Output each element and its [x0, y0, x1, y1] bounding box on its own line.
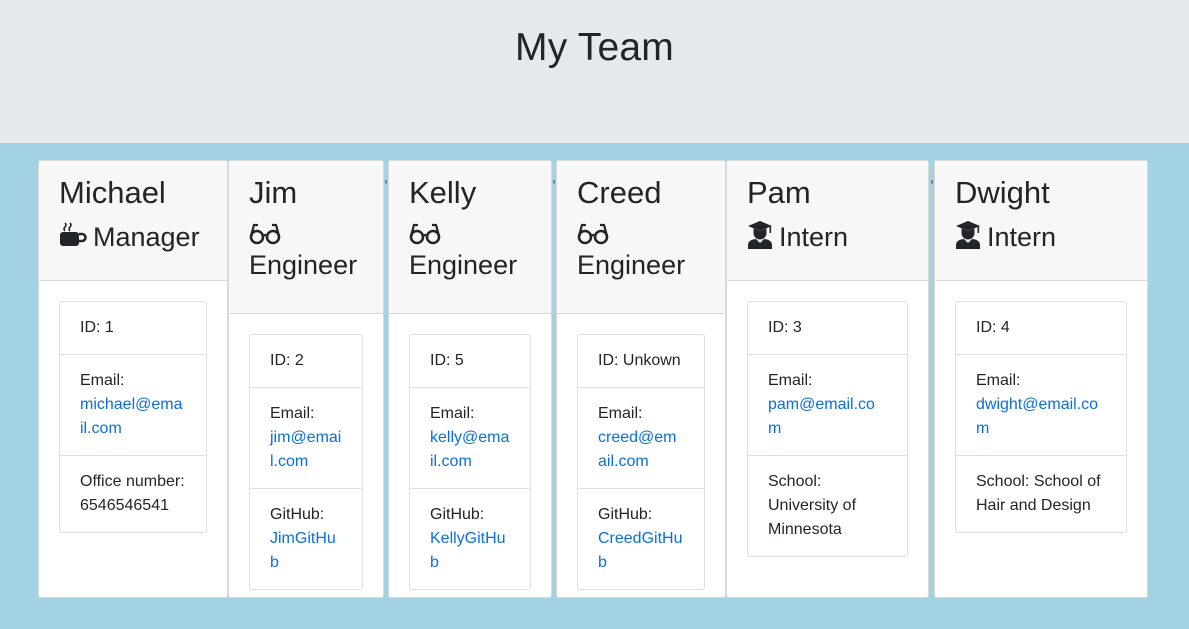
employee-details: ID: 2 Email: jim@email.com GitHub: JimGi… [249, 334, 363, 590]
employee-role-label: Intern [987, 222, 1057, 252]
graduate-icon [748, 221, 772, 249]
github-label: GitHub: [430, 506, 485, 523]
office-label: Office number: [80, 473, 185, 490]
employee-role: Engineer [409, 221, 531, 282]
email-link[interactable]: dwight@email.com [976, 396, 1098, 437]
employee-card-jim: Jim Engineer ID: 2 Email: jim@email.com … [228, 160, 384, 598]
card-header: Pam Intern [727, 161, 928, 281]
office-number: 6546546541 [80, 497, 169, 514]
employee-details: ID: 5 Email: kelly@email.com GitHub: Kel… [409, 334, 531, 590]
glasses-icon [577, 223, 609, 245]
employee-role-label: Engineer [577, 250, 686, 280]
card-header: Jim Engineer [229, 161, 383, 314]
page-title: My Team [515, 26, 674, 69]
employee-role: Engineer [249, 221, 363, 282]
github-link[interactable]: KellyGitHub [430, 530, 506, 571]
employee-name: Pam [747, 175, 811, 210]
graduate-icon [956, 221, 980, 249]
employee-email-row: Email: pam@email.com [748, 355, 907, 456]
email-link[interactable]: pam@email.com [768, 396, 875, 437]
employee-github-row: GitHub: CreedGitHub [578, 489, 704, 589]
github-label: GitHub: [598, 506, 653, 523]
employee-github-row: GitHub: KellyGitHub [410, 489, 530, 589]
employee-role-label: Manager [93, 222, 200, 252]
employee-card-creed: Creed Engineer ID: Unkown Email: creed@e… [556, 160, 726, 598]
github-link[interactable]: JimGitHub [270, 530, 336, 571]
email-link[interactable]: jim@email.com [270, 429, 341, 470]
employee-name: Jim [249, 175, 298, 210]
employee-github-row: GitHub: JimGitHub [250, 489, 362, 589]
school-label: School: [976, 473, 1030, 490]
employee-name: Dwight [955, 175, 1050, 210]
employee-email-row: Email: dwight@email.com [956, 355, 1126, 456]
email-label: Email: [768, 372, 813, 389]
email-label: Email: [80, 372, 125, 389]
card-header: Kelly Engineer [389, 161, 551, 314]
employee-role: Manager [59, 221, 207, 254]
card-header: Michael Manager [39, 161, 227, 281]
school-label: School: [768, 473, 822, 490]
team-container: , , , Michael Manager ID: 1 Email: micha… [0, 143, 1189, 629]
employee-id: ID: Unkown [578, 335, 704, 388]
email-link[interactable]: creed@email.com [598, 429, 677, 470]
employee-role-label: Intern [779, 222, 849, 252]
email-label: Email: [430, 405, 475, 422]
employee-card-dwight: Dwight Intern ID: 4 Email: dwight@email.… [934, 160, 1148, 598]
employee-details: ID: 4 Email: dwight@email.com School: Sc… [955, 301, 1127, 533]
coffee-icon [60, 222, 87, 246]
email-label: Email: [270, 405, 315, 422]
employee-details: ID: 1 Email: michael@email.com Office nu… [59, 301, 207, 533]
employee-details: ID: Unkown Email: creed@email.com GitHub… [577, 334, 705, 590]
employee-email-row: Email: creed@email.com [578, 388, 704, 489]
employee-role-label: Engineer [249, 250, 358, 280]
employee-role: Engineer [577, 221, 705, 282]
glasses-icon [409, 223, 441, 245]
employee-school-row: School: University of Minnesota [748, 456, 907, 556]
employee-role-label: Engineer [409, 250, 518, 280]
school-name: University of Minnesota [768, 497, 857, 538]
employee-role: Intern [955, 221, 1127, 254]
employee-email-row: Email: michael@email.com [60, 355, 206, 456]
employee-email-row: Email: jim@email.com [250, 388, 362, 489]
page-header: My Team [0, 0, 1189, 143]
employee-school-row: School: School of Hair and Design [956, 456, 1126, 532]
email-link[interactable]: kelly@email.com [430, 429, 509, 470]
email-link[interactable]: michael@email.com [80, 396, 183, 437]
employee-email-row: Email: kelly@email.com [410, 388, 530, 489]
email-label: Email: [598, 405, 643, 422]
employee-id: ID: 1 [60, 302, 206, 355]
card-header: Dwight Intern [935, 161, 1147, 281]
github-label: GitHub: [270, 506, 325, 523]
employee-id: ID: 5 [410, 335, 530, 388]
employee-id: ID: 2 [250, 335, 362, 388]
employee-name: Creed [577, 175, 662, 210]
employee-details: ID: 3 Email: pam@email.com School: Unive… [747, 301, 908, 557]
email-label: Email: [976, 372, 1021, 389]
employee-card-pam: Pam Intern ID: 3 Email: pam@email.com Sc… [726, 160, 929, 598]
employee-id: ID: 3 [748, 302, 907, 355]
employee-office-row: Office number: 6546546541 [60, 456, 206, 532]
employee-card-michael: Michael Manager ID: 1 Email: michael@ema… [38, 160, 228, 598]
employee-id: ID: 4 [956, 302, 1126, 355]
glasses-icon [249, 223, 281, 245]
github-link[interactable]: CreedGitHub [598, 530, 682, 571]
employee-card-kelly: Kelly Engineer ID: 5 Email: kelly@email.… [388, 160, 552, 598]
employee-name: Michael [59, 175, 166, 210]
employee-name: Kelly [409, 175, 477, 210]
employee-role: Intern [747, 221, 908, 254]
card-header: Creed Engineer [557, 161, 725, 314]
